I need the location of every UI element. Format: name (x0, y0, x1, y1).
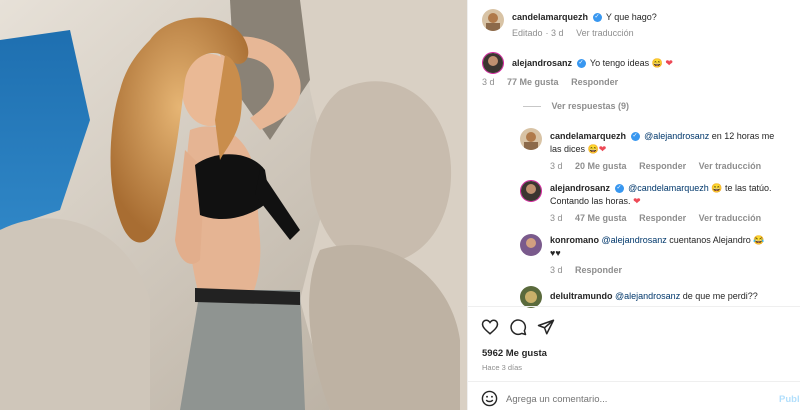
comment-icon (510, 319, 527, 336)
avatar-candelamarquezh[interactable] (520, 128, 542, 150)
reply-1-heart: ❤ (598, 144, 607, 154)
reply-2-emoji: 😄 (711, 183, 723, 193)
verified-badge-icon: ✓ (614, 184, 624, 194)
share-button[interactable] (537, 318, 555, 338)
reply-1-reply[interactable]: Responder (639, 161, 686, 171)
reply-1-body: candelamarquezh ✓ @alejandrosanz en 12 h… (550, 130, 790, 156)
post-photo[interactable] (0, 0, 467, 410)
comment-1-time: 3 d (551, 28, 564, 38)
reply-1-mention[interactable]: @alejandrosanz (644, 131, 709, 141)
instagram-post: candelamarquezh ✓ Y que hago? Editado · 3… (0, 0, 800, 410)
reply-1-likes[interactable]: 20 Me gusta (575, 161, 627, 171)
comment-2-username[interactable]: alejandrosanz (512, 58, 572, 68)
reply-2-time: 3 d (550, 213, 563, 223)
reply-2-body: alejandrosanz ✓ @candelamarquezh 😄 te la… (550, 182, 790, 208)
heart-outline-icon (481, 319, 499, 335)
reply-4-username[interactable]: delultramundo (550, 291, 613, 301)
reply-1-meta: 3 d 20 Me gusta Responder Ver traducción (550, 160, 771, 173)
reply-2-likes[interactable]: 47 Me gusta (575, 213, 627, 223)
reply-3-time: 3 d (550, 265, 563, 275)
comment-input[interactable] (506, 391, 756, 407)
avatar-konromano[interactable] (520, 234, 542, 256)
comment-2-emoji: 😄 (651, 58, 663, 68)
divider (468, 306, 800, 307)
replies-line (523, 106, 541, 108)
avatar-alejandrosanz[interactable] (482, 52, 504, 74)
comment-1-edited: Editado (512, 28, 543, 38)
reply-2-reply[interactable]: Responder (639, 213, 686, 223)
smiley-icon (481, 390, 498, 407)
avatar-candelamarquezh[interactable] (482, 9, 504, 31)
comment-2-body: alejandrosanz ✓ Yo tengo ideas 😄 ❤ (512, 57, 673, 70)
likes-count[interactable]: 5962 Me gusta (482, 347, 547, 360)
comment-1-text: Y que hago? (605, 12, 657, 22)
reply-3-meta: 3 d Responder (550, 264, 632, 277)
reply-4-text-1: de que me perdi?? (680, 291, 758, 301)
reply-1-translate[interactable]: Ver traducción (699, 161, 762, 171)
reply-2-username[interactable]: alejandrosanz (550, 183, 610, 193)
reply-3-mention[interactable]: @alejandrosanz (602, 235, 667, 245)
verified-badge-icon: ✓ (592, 13, 602, 23)
like-button[interactable] (481, 318, 499, 338)
comment-1-username[interactable]: candelamarquezh (512, 12, 588, 22)
reply-2-meta: 3 d 47 Me gusta Responder Ver traducción (550, 212, 771, 225)
reply-3-text-1: cuentanos Alejandro (666, 235, 751, 245)
emoji-button[interactable] (481, 390, 498, 409)
reply-3-username[interactable]: konromano (550, 235, 599, 245)
reply-2-text-2: Contando las horas. (550, 196, 631, 206)
comment-1-meta: Editado · 3 d Ver traducción (512, 28, 634, 38)
verified-badge-icon: ✓ (630, 132, 640, 142)
verified-badge-icon: ✓ (576, 59, 586, 69)
avatar-alejandrosanz[interactable] (520, 180, 542, 202)
post-photo-image (0, 0, 467, 410)
reply-1-username[interactable]: candelamarquezh (550, 131, 626, 141)
post-comment-button[interactable]: Publ (779, 393, 800, 406)
reply-3-reply[interactable]: Responder (575, 265, 622, 275)
reply-1-text-1: en 12 horas me (709, 131, 775, 141)
reply-2-mention[interactable]: @candelamarquezh (628, 183, 709, 193)
reply-4-mention[interactable]: @alejandrosanz (615, 291, 680, 301)
avatar-delultramundo[interactable] (520, 286, 542, 308)
reply-2-translate[interactable]: Ver traducción (699, 213, 762, 223)
comment-1-translate[interactable]: Ver traducción (576, 28, 634, 38)
comment-2-meta: 3 d 77 Me gusta Responder (482, 76, 628, 89)
view-replies-button[interactable]: Ver respuestas (9) (523, 100, 639, 113)
reply-4-body: delultramundo @alejandrosanz de que me p… (550, 290, 790, 303)
comment-2-reply[interactable]: Responder (571, 77, 618, 87)
comments-panel: candelamarquezh ✓ Y que hago? Editado · 3… (467, 0, 800, 410)
reply-3-text-2: ♥♥ (550, 248, 561, 258)
reply-2-heart: ❤ (633, 196, 641, 206)
comment-2-heart: ❤ (665, 58, 673, 68)
comment-2-likes[interactable]: 77 Me gusta (507, 77, 559, 87)
reply-1-text-2: las dices (550, 144, 586, 154)
reply-2-text-1: te las tatúo. (722, 183, 772, 193)
reply-1-time: 3 d (550, 161, 563, 171)
comment-2-text: Yo tengo ideas (589, 58, 650, 68)
reply-1-emoji: 😄 (587, 144, 599, 154)
send-icon (537, 319, 555, 335)
comment-button[interactable] (509, 318, 527, 338)
divider (468, 381, 800, 382)
comment-1-body: candelamarquezh ✓ Y que hago? (512, 11, 657, 24)
reply-3-body: konromano @alejandrosanz cuentanos Aleja… (550, 234, 790, 260)
comment-2-time: 3 d (482, 77, 495, 87)
view-replies-label: Ver respuestas (9) (551, 101, 630, 111)
posted-time: Hace 3 días (482, 363, 523, 372)
reply-3-emoji: 😂 (753, 235, 765, 245)
